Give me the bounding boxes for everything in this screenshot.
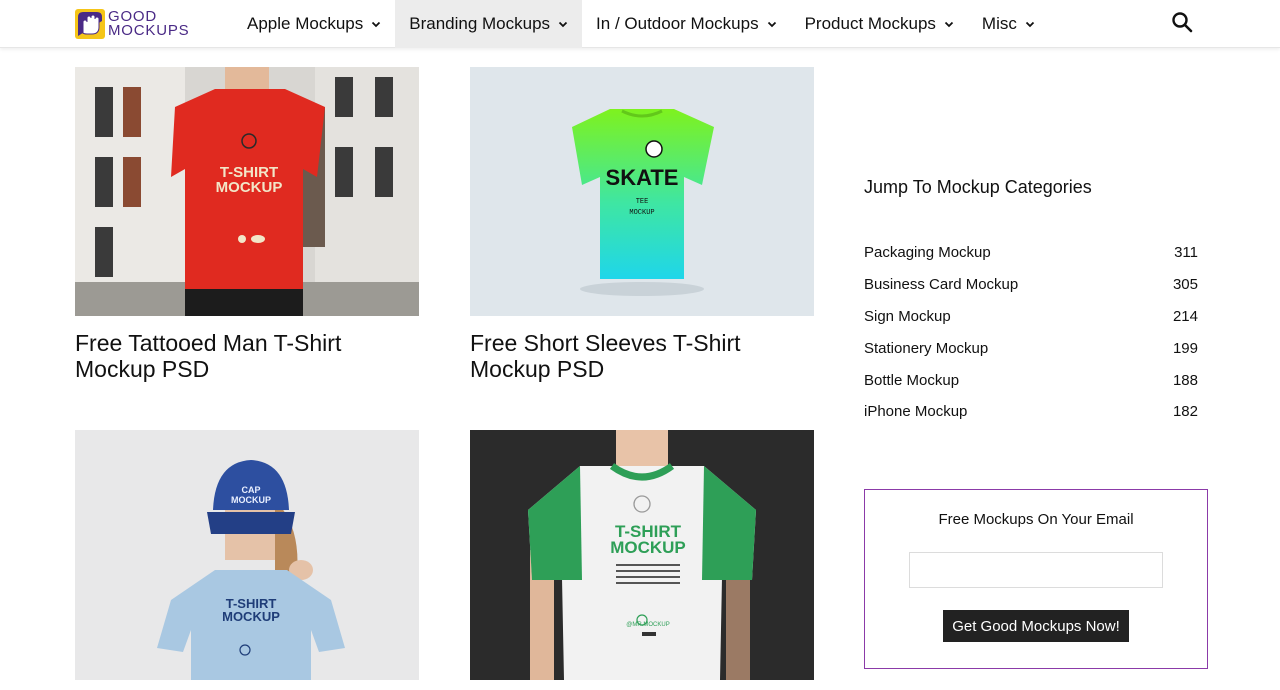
category-item-business-card[interactable]: Business Card Mockup 305 bbox=[864, 269, 1198, 301]
category-name: iPhone Mockup bbox=[864, 403, 968, 421]
image-text: MOCKUP bbox=[216, 179, 283, 196]
image-text: SKATE bbox=[606, 165, 679, 190]
category-item-bottle[interactable]: Bottle Mockup 188 bbox=[864, 364, 1198, 396]
logo-line2: MOCKUPS bbox=[108, 22, 190, 39]
category-item-iphone[interactable]: iPhone Mockup 182 bbox=[864, 396, 1198, 428]
nav-label: Product Mockups bbox=[804, 14, 936, 33]
nav-label: In / Outdoor Mockups bbox=[596, 14, 759, 33]
post-thumbnail[interactable]: SKATE TEE MOCKUP bbox=[470, 67, 814, 316]
post-thumbnail[interactable]: T-SHIRT MOCKUP @MR.MOCKUP bbox=[470, 430, 814, 680]
main-nav: Apple Mockups Branding Mockups In / Outd… bbox=[233, 0, 1049, 48]
category-item-stationery[interactable]: Stationery Mockup 199 bbox=[864, 332, 1198, 364]
nav-product-mockups[interactable]: Product Mockups bbox=[791, 0, 968, 48]
category-count: 311 bbox=[1174, 244, 1198, 262]
image-text: TEE bbox=[636, 198, 649, 206]
category-count: 199 bbox=[1172, 339, 1198, 357]
category-name: Business Card Mockup bbox=[864, 276, 1019, 294]
newsletter-box: Free Mockups On Your Email Get Good Mock… bbox=[864, 489, 1208, 669]
nav-misc[interactable]: Misc bbox=[968, 0, 1049, 48]
category-count: 182 bbox=[1172, 403, 1198, 421]
category-count: 188 bbox=[1172, 371, 1198, 389]
chevron-down-icon bbox=[767, 21, 776, 28]
category-name: Stationery Mockup bbox=[864, 339, 989, 357]
nav-label: Branding Mockups bbox=[409, 14, 551, 33]
category-name: Packaging Mockup bbox=[864, 244, 991, 262]
nav-branding-mockups[interactable]: Branding Mockups bbox=[395, 0, 583, 48]
site-header: GOOD MOCKUPS Apple Mockups Branding Mock… bbox=[0, 0, 1280, 48]
chevron-down-icon bbox=[372, 21, 381, 28]
nav-apple-mockups[interactable]: Apple Mockups bbox=[233, 0, 395, 48]
category-item-sign[interactable]: Sign Mockup 214 bbox=[864, 301, 1198, 333]
category-name: Sign Mockup bbox=[864, 307, 951, 325]
newsletter-submit-button[interactable]: Get Good Mockups Now! bbox=[943, 610, 1129, 642]
category-count: 305 bbox=[1172, 276, 1198, 294]
search-icon[interactable] bbox=[1170, 10, 1194, 34]
tshirt-photo: CAP MOCKUP T-SHIRT MOCKUP bbox=[75, 430, 419, 680]
image-text: @MR.MOCKUP bbox=[626, 622, 669, 628]
image-text: MOCKUP bbox=[222, 609, 280, 624]
logo-wordmark: GOOD MOCKUPS bbox=[108, 9, 190, 39]
nav-label: Apple Mockups bbox=[247, 14, 364, 33]
tshirt-photo: T-SHIRT MOCKUP @MR.MOCKUP bbox=[470, 430, 814, 680]
image-text: MOCKUP bbox=[610, 538, 686, 557]
chevron-down-icon bbox=[558, 21, 568, 28]
newsletter-title: Free Mockups On Your Email bbox=[938, 511, 1134, 528]
tshirt-photo: T-SHIRT MOCKUP bbox=[75, 67, 419, 316]
nav-in-outdoor-mockups[interactable]: In / Outdoor Mockups bbox=[582, 0, 791, 48]
image-text: MOCKUP bbox=[231, 495, 271, 505]
chevron-down-icon bbox=[944, 21, 954, 28]
logo-hand-icon bbox=[75, 9, 105, 39]
post-title[interactable]: Free Tattooed Man T-Shirt Mockup PSD bbox=[75, 330, 425, 382]
post-title[interactable]: Free Short Sleeves T-Shirt Mockup PSD bbox=[470, 330, 820, 382]
nav-label: Misc bbox=[981, 14, 1017, 33]
category-name: Bottle Mockup bbox=[864, 371, 960, 389]
category-count: 214 bbox=[1172, 307, 1198, 325]
category-item-packaging[interactable]: Packaging Mockup 311 bbox=[864, 237, 1198, 269]
post-thumbnail[interactable]: CAP MOCKUP T-SHIRT MOCKUP bbox=[75, 430, 419, 680]
chevron-down-icon bbox=[1025, 21, 1035, 28]
site-logo[interactable]: GOOD MOCKUPS bbox=[75, 9, 215, 41]
image-text: MOCKUP bbox=[629, 209, 654, 217]
tshirt-photo: SKATE TEE MOCKUP bbox=[470, 67, 814, 316]
category-list: Packaging Mockup 311 Business Card Mocku… bbox=[864, 237, 1198, 428]
newsletter-email-field[interactable] bbox=[909, 552, 1163, 588]
image-text: CAP bbox=[241, 485, 260, 495]
post-thumbnail[interactable]: T-SHIRT MOCKUP bbox=[75, 67, 419, 316]
sidebar-title: Jump To Mockup Categories bbox=[864, 177, 1092, 197]
